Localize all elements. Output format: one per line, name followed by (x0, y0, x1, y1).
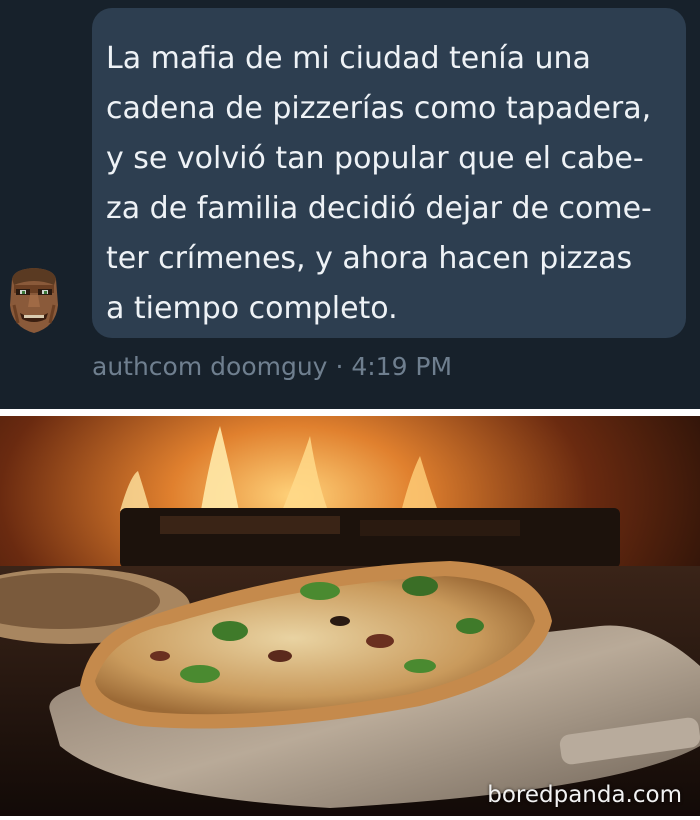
chat-panel: La mafia de mi ciudad tenía una cadena d… (0, 0, 700, 409)
doomguy-avatar-icon[interactable] (6, 265, 62, 335)
meta-separator: · (335, 352, 344, 381)
message-line: ter crímenes, y ahora hacen pizzas (106, 241, 633, 276)
message-line: cadena de pizzerías como tapadera, (106, 91, 652, 126)
separator-strip (0, 409, 700, 416)
message-line: za de familia decidió dejar de come- (106, 191, 652, 226)
message-meta: authcom doomguy · 4:19 PM (92, 352, 452, 381)
message-line: La mafia de mi ciudad tenía una (106, 41, 591, 76)
pizza-on-peel-illustration (0, 416, 700, 816)
message-text: La mafia de mi ciudad tenía una cadena d… (106, 34, 676, 334)
boredpanda-watermark: boredpanda.com (487, 782, 682, 808)
message-bubble[interactable]: La mafia de mi ciudad tenía una cadena d… (92, 8, 686, 338)
message-line: y se volvió tan popular que el cabe- (106, 141, 644, 176)
pizza-photo: boredpanda.com (0, 416, 700, 816)
author-name[interactable]: authcom doomguy (92, 352, 327, 381)
message-timestamp: 4:19 PM (351, 352, 453, 381)
message-line: a tiempo completo. (106, 291, 398, 326)
